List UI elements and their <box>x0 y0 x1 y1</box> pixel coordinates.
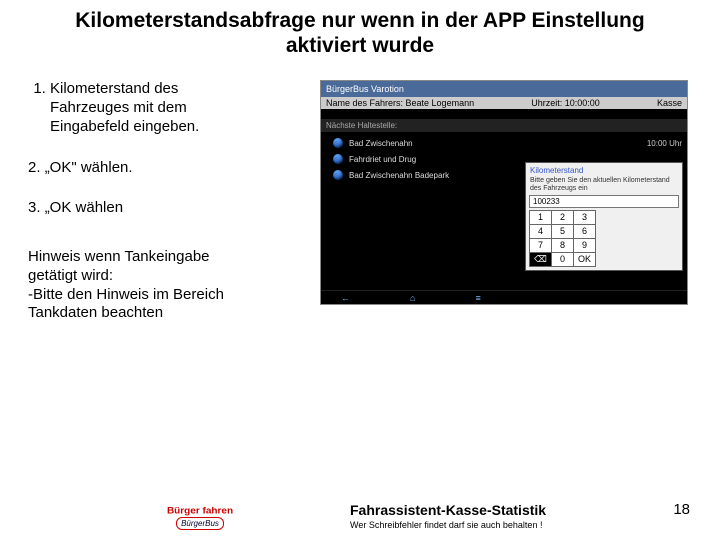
key-1[interactable]: 1 <box>530 210 552 224</box>
clock-label: Uhrzeit: 10:00:00 <box>531 98 600 108</box>
app-info-bar: Name des Fahrers: Beate Logemann Uhrzeit… <box>321 97 687 109</box>
app-screenshot: BürgerBus Varotion Name des Fahrers: Bea… <box>320 80 688 305</box>
footer-subtitle: Wer Schreibfehler findet darf sie auch b… <box>350 520 546 530</box>
slide-footer: Bürger fahren BürgerBus Fahrassistent-Ka… <box>0 502 720 530</box>
key-5[interactable]: 5 <box>552 224 574 238</box>
nav-home-icon[interactable]: ⌂ <box>410 293 415 303</box>
next-stop-label: Nächste Haltestelle: <box>321 119 687 132</box>
key-6[interactable]: 6 <box>574 224 596 238</box>
kasse-label: Kasse <box>657 98 682 108</box>
stop-dot-icon <box>333 138 343 148</box>
odometer-keypad: Kilometerstand Bitte geben Sie den aktue… <box>525 162 683 270</box>
hinweis-line3: -Bitte den Hinweis im Bereich <box>28 286 308 305</box>
step-1: Kilometerstand des Fahrzeuges mit dem Ei… <box>50 80 308 136</box>
key-ok[interactable]: OK <box>574 252 596 266</box>
step-1-line3: Eingabefeld eingeben. <box>50 118 308 137</box>
hinweis-line1: Hinweis wenn Tankeingabe <box>28 248 308 267</box>
step-2: 2. „OK" wählen. <box>28 159 308 178</box>
buergerbus-logo: Bürger fahren BürgerBus <box>160 506 240 530</box>
logo-arc-text: Bürger fahren <box>160 507 240 517</box>
hinweis-line2: getätigt wird: <box>28 267 308 286</box>
key-7[interactable]: 7 <box>530 238 552 252</box>
page-number: 18 <box>673 501 690 518</box>
key-3[interactable]: 3 <box>574 210 596 224</box>
step-list: Kilometerstand des Fahrzeuges mit dem Ei… <box>28 80 308 136</box>
slide-title: Kilometerstandsabfrage nur wenn in der A… <box>0 0 720 58</box>
hinweis-line4: Tankdaten beachten <box>28 304 308 323</box>
stop-dot-icon <box>333 154 343 164</box>
stop-name: Bad Zwischenahn <box>349 139 641 148</box>
nav-recent-icon[interactable]: ≡ <box>475 293 480 303</box>
keypad-title: Kilometerstand <box>529 166 679 177</box>
logo-box-text: BürgerBus <box>176 517 224 530</box>
app-window-title: BürgerBus Varotion <box>321 81 687 97</box>
step-1-line2: Fahrzeuges mit dem <box>50 99 308 118</box>
key-backspace[interactable]: ⌫ <box>530 252 552 266</box>
keypad-grid: 1 2 3 4 5 6 7 8 9 <box>529 210 596 267</box>
odometer-input[interactable]: 100233 <box>529 195 679 208</box>
driver-name: Name des Fahrers: Beate Logemann <box>326 98 474 108</box>
step-1-line1: Kilometerstand des <box>50 80 178 97</box>
key-0[interactable]: 0 <box>552 252 574 266</box>
footer-title: Fahrassistent-Kasse-Statistik <box>350 502 546 518</box>
stop-dot-icon <box>333 170 343 180</box>
key-9[interactable]: 9 <box>574 238 596 252</box>
stop-time: 10:00 Uhr <box>647 139 682 148</box>
hinweis-block: Hinweis wenn Tankeingabe getätigt wird: … <box>28 248 308 323</box>
step-3: 3. „OK wählen <box>28 199 308 218</box>
nav-back-icon[interactable]: ← <box>341 293 350 303</box>
key-8[interactable]: 8 <box>552 238 574 252</box>
key-2[interactable]: 2 <box>552 210 574 224</box>
keypad-subtitle: Bitte geben Sie den aktuellen Kilometers… <box>529 177 679 194</box>
stop-item: Bad Zwischenahn 10:00 Uhr <box>333 138 682 148</box>
android-nav-bar: ← ⌂ ≡ <box>321 290 687 304</box>
key-4[interactable]: 4 <box>530 224 552 238</box>
